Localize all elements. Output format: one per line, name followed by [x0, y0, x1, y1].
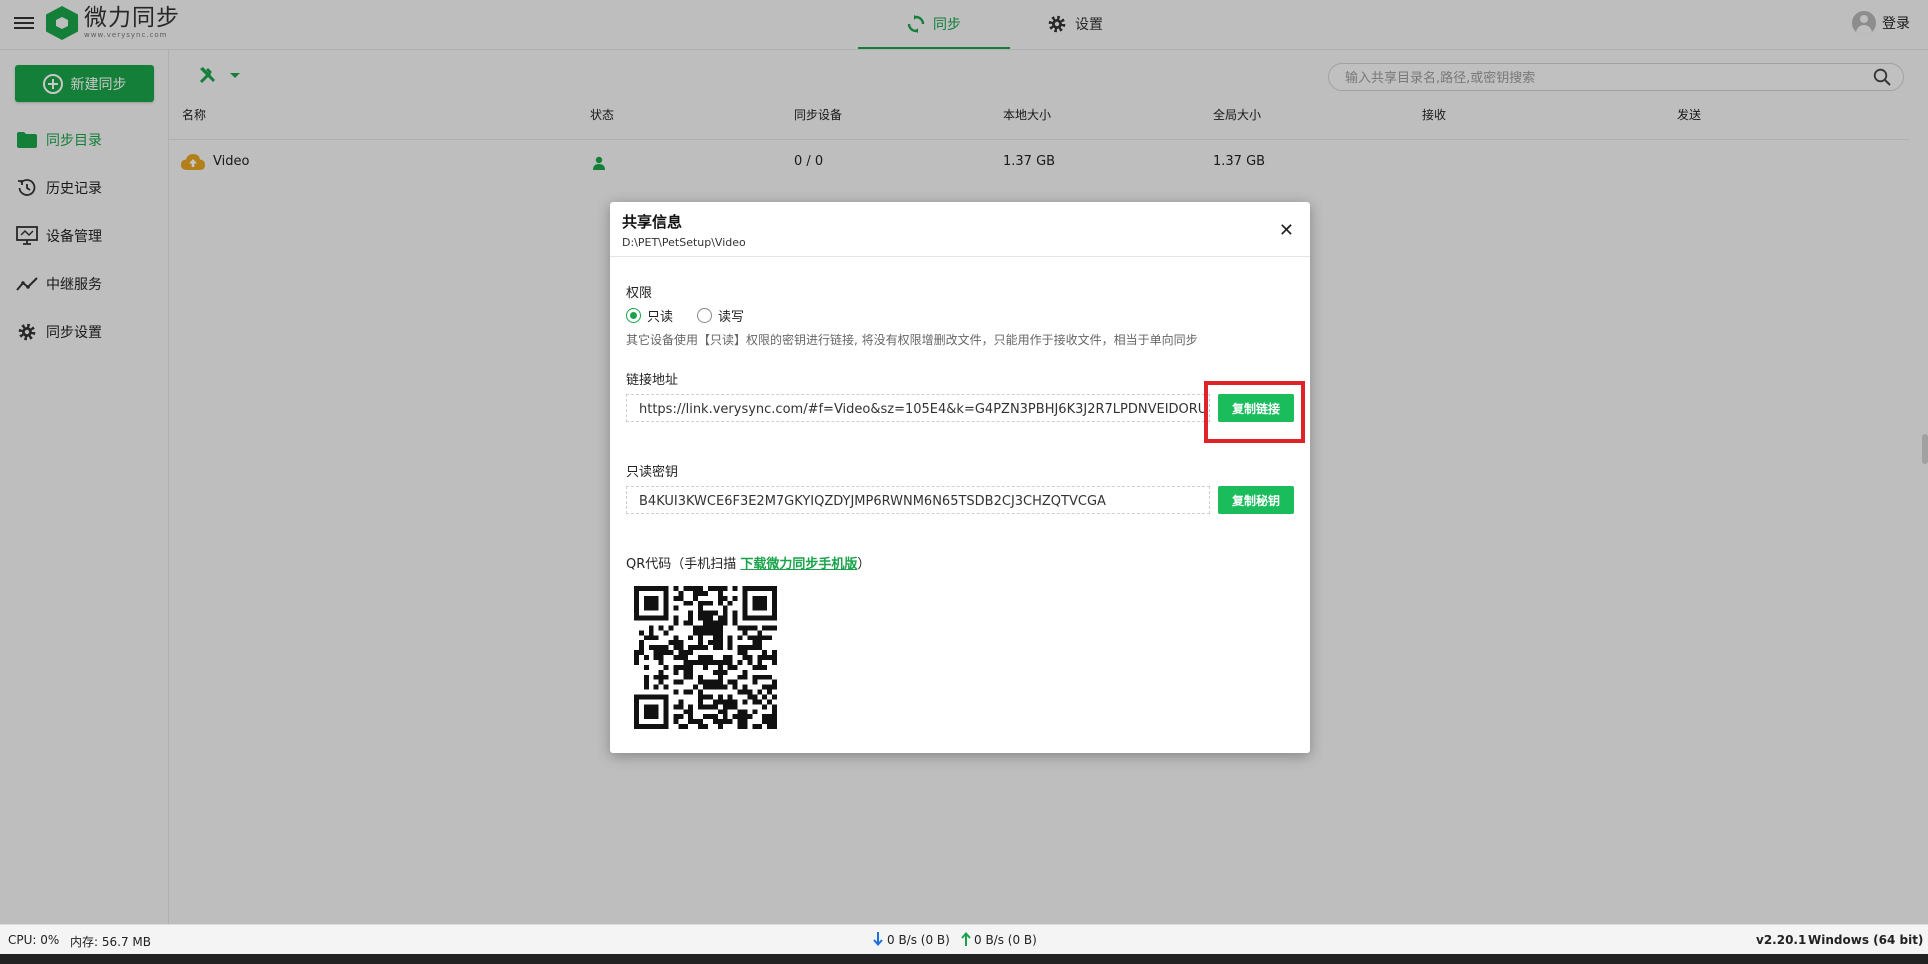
permission-label: 权限 [626, 286, 653, 301]
highlight-box [1204, 381, 1305, 443]
copy-key-button[interactable]: 复制秘钥 [1218, 486, 1294, 514]
qr-code [634, 586, 777, 729]
dialog-title: 共享信息 [622, 213, 683, 231]
cpu-usage: CPU: 0% [8, 933, 60, 947]
close-icon[interactable]: ✕ [1279, 222, 1294, 240]
link-field [626, 394, 1210, 422]
qr-modules [634, 586, 777, 729]
download-arrow-icon [873, 932, 883, 949]
download-speed: 0 B/s (0 B) [887, 933, 950, 947]
qr-label: QR代码（手机扫描 下载微力同步手机版） [626, 553, 870, 572]
link-label: 链接地址 [626, 373, 679, 388]
radio-readonly[interactable] [626, 308, 641, 323]
permission-radio-group: 只读 读写 [626, 306, 768, 325]
version: v2.20.1 [1756, 933, 1807, 947]
qr-label-text: QR代码（手机扫描 [626, 557, 741, 572]
status-bar: CPU: 0% 内存: 56.7 MB 0 B/s (0 B) 0 B/s (0… [0, 924, 1928, 955]
link-input[interactable] [637, 399, 1209, 419]
taskbar [0, 954, 1928, 964]
radio-readwrite[interactable] [697, 308, 713, 323]
readonly-key-label: 只读密钥 [626, 465, 679, 480]
os-info: Windows (64 bit) [1808, 933, 1924, 947]
radio-readonly-label[interactable]: 只读 [647, 306, 673, 325]
radio-readwrite-label[interactable]: 读写 [718, 306, 744, 325]
divider [610, 256, 1310, 257]
qr-label-end: ） [857, 557, 871, 572]
key-input[interactable] [637, 491, 1209, 511]
memory-usage: 内存: 56.7 MB [70, 935, 151, 949]
share-info-dialog: 共享信息 D:\PET\PetSetup\Video ✕ 权限 只读 读写 其它… [610, 202, 1310, 753]
download-mobile-link[interactable]: 下载微力同步手机版 [740, 557, 857, 572]
dialog-path: D:\PET\PetSetup\Video [622, 236, 746, 249]
permission-hint: 其它设备使用【只读】权限的密钥进行链接, 将没有权限增删改文件，只能用作于接收文… [626, 333, 1198, 347]
upload-arrow-icon [961, 931, 971, 949]
upload-speed: 0 B/s (0 B) [974, 933, 1037, 947]
key-field [626, 486, 1210, 514]
